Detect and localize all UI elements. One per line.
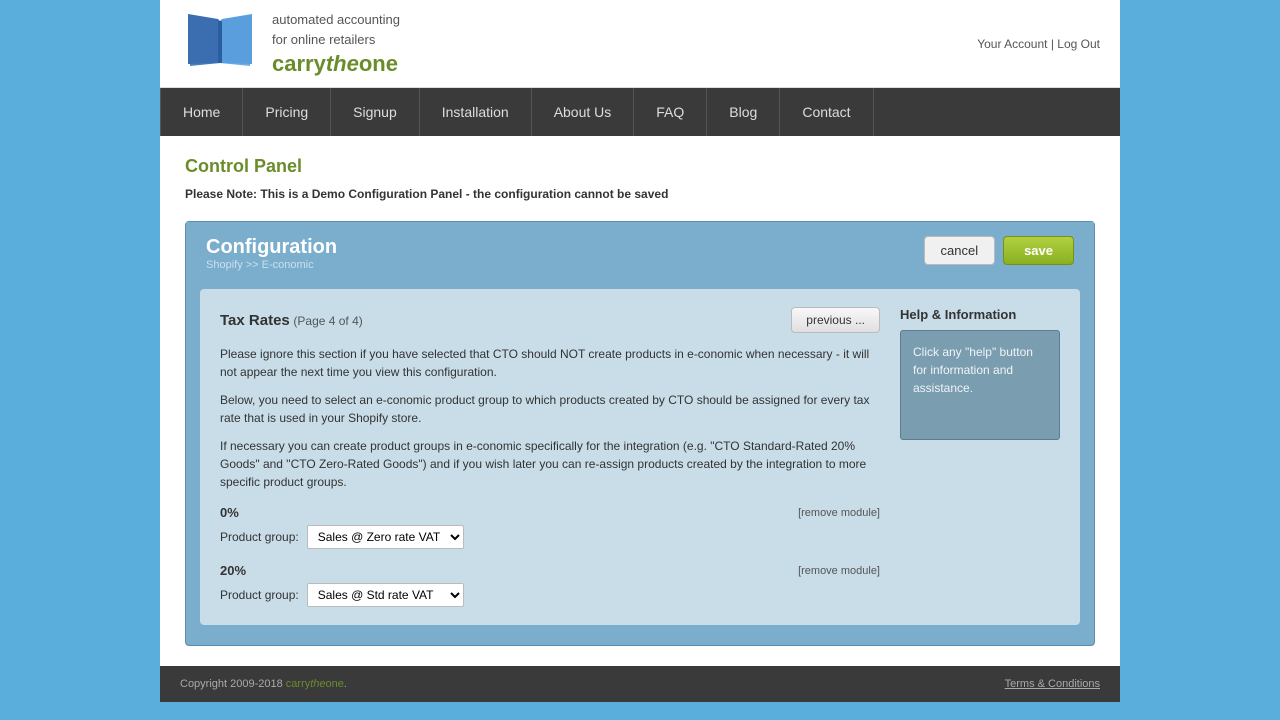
section-header: Tax Rates (Page 4 of 4) previous ... — [220, 307, 880, 333]
logout-link[interactable]: Log Out — [1057, 37, 1100, 51]
nav-faq[interactable]: FAQ — [634, 88, 707, 136]
tax-rate-row-0: 0% [remove module] Product group: Sales … — [220, 505, 880, 549]
nav-installation[interactable]: Installation — [420, 88, 532, 136]
section-page: (Page 4 of 4) — [293, 314, 362, 328]
config-main: Tax Rates (Page 4 of 4) previous ... Ple… — [220, 307, 880, 607]
tax-rate-label-20: 20% — [220, 563, 246, 578]
config-title-area: Configuration Shopify >> E-conomic — [206, 236, 337, 271]
remove-module-link-0[interactable]: [remove module] — [798, 507, 880, 519]
tax-rate-header-0: 0% [remove module] — [220, 505, 880, 520]
help-title: Help & Information — [900, 307, 1060, 322]
section-title-area: Tax Rates (Page 4 of 4) — [220, 312, 363, 329]
description-2: Below, you need to select an e-conomic p… — [220, 391, 880, 427]
logo-brand: carrytheone — [272, 51, 400, 77]
config-buttons: cancel save — [924, 236, 1075, 265]
nav-bar: Home Pricing Signup Installation About U… — [160, 88, 1120, 136]
product-group-label-20: Product group: — [220, 588, 299, 602]
header: automated accounting for online retailer… — [160, 0, 1120, 88]
previous-button[interactable]: previous ... — [791, 307, 880, 333]
tax-rate-row-20: 20% [remove module] Product group: Sales… — [220, 563, 880, 607]
configuration-panel: Configuration Shopify >> E-conomic cance… — [185, 221, 1095, 646]
help-sidebar: Help & Information Click any "help" butt… — [900, 307, 1060, 607]
product-group-select-20[interactable]: Sales @ Zero rate VAT Sales @ Std rate V… — [307, 583, 464, 607]
product-group-label-0: Product group: — [220, 530, 299, 544]
your-account-link[interactable]: Your Account — [977, 37, 1047, 51]
config-breadcrumb: Shopify >> E-conomic — [206, 259, 337, 271]
product-group-select-0[interactable]: Sales @ Zero rate VAT Sales @ Std rate V… — [307, 525, 464, 549]
logo-text-area: automated accounting for online retailer… — [272, 10, 400, 77]
logo-area: automated accounting for online retailer… — [180, 10, 400, 77]
footer-copyright: Copyright 2009-2018 carrytheone. — [180, 678, 347, 690]
header-account: Your Account | Log Out — [977, 37, 1100, 51]
cancel-button[interactable]: cancel — [924, 236, 996, 265]
save-button[interactable]: save — [1003, 236, 1074, 265]
logo-icon — [180, 11, 260, 76]
help-box: Click any "help" button for information … — [900, 330, 1060, 440]
separator: | — [1051, 37, 1054, 51]
nav-blog[interactable]: Blog — [707, 88, 780, 136]
product-group-row-20: Product group: Sales @ Zero rate VAT Sal… — [220, 583, 880, 607]
product-group-row-0: Product group: Sales @ Zero rate VAT Sal… — [220, 525, 880, 549]
remove-module-link-20[interactable]: [remove module] — [798, 565, 880, 577]
nav-pricing[interactable]: Pricing — [243, 88, 331, 136]
description-3: If necessary you can create product grou… — [220, 437, 880, 491]
config-title: Configuration — [206, 236, 337, 259]
description-1: Please ignore this section if you have s… — [220, 345, 880, 381]
tax-rate-label-0: 0% — [220, 505, 239, 520]
config-header: Configuration Shopify >> E-conomic cance… — [186, 222, 1094, 277]
config-inner: Tax Rates (Page 4 of 4) previous ... Ple… — [200, 289, 1080, 625]
demo-notice: Please Note: This is a Demo Configuratio… — [185, 187, 1095, 201]
page-title: Control Panel — [185, 156, 1095, 177]
nav-home[interactable]: Home — [160, 88, 243, 136]
nav-about-us[interactable]: About Us — [532, 88, 635, 136]
footer: Copyright 2009-2018 carrytheone. Terms &… — [160, 666, 1120, 702]
nav-signup[interactable]: Signup — [331, 88, 420, 136]
terms-conditions-link[interactable]: Terms & Conditions — [1005, 678, 1100, 690]
content-area: Control Panel Please Note: This is a Dem… — [160, 136, 1120, 666]
tax-rate-header-20: 20% [remove module] — [220, 563, 880, 578]
logo-tagline: automated accounting for online retailer… — [272, 10, 400, 49]
section-title: Tax Rates — [220, 312, 290, 329]
nav-contact[interactable]: Contact — [780, 88, 873, 136]
